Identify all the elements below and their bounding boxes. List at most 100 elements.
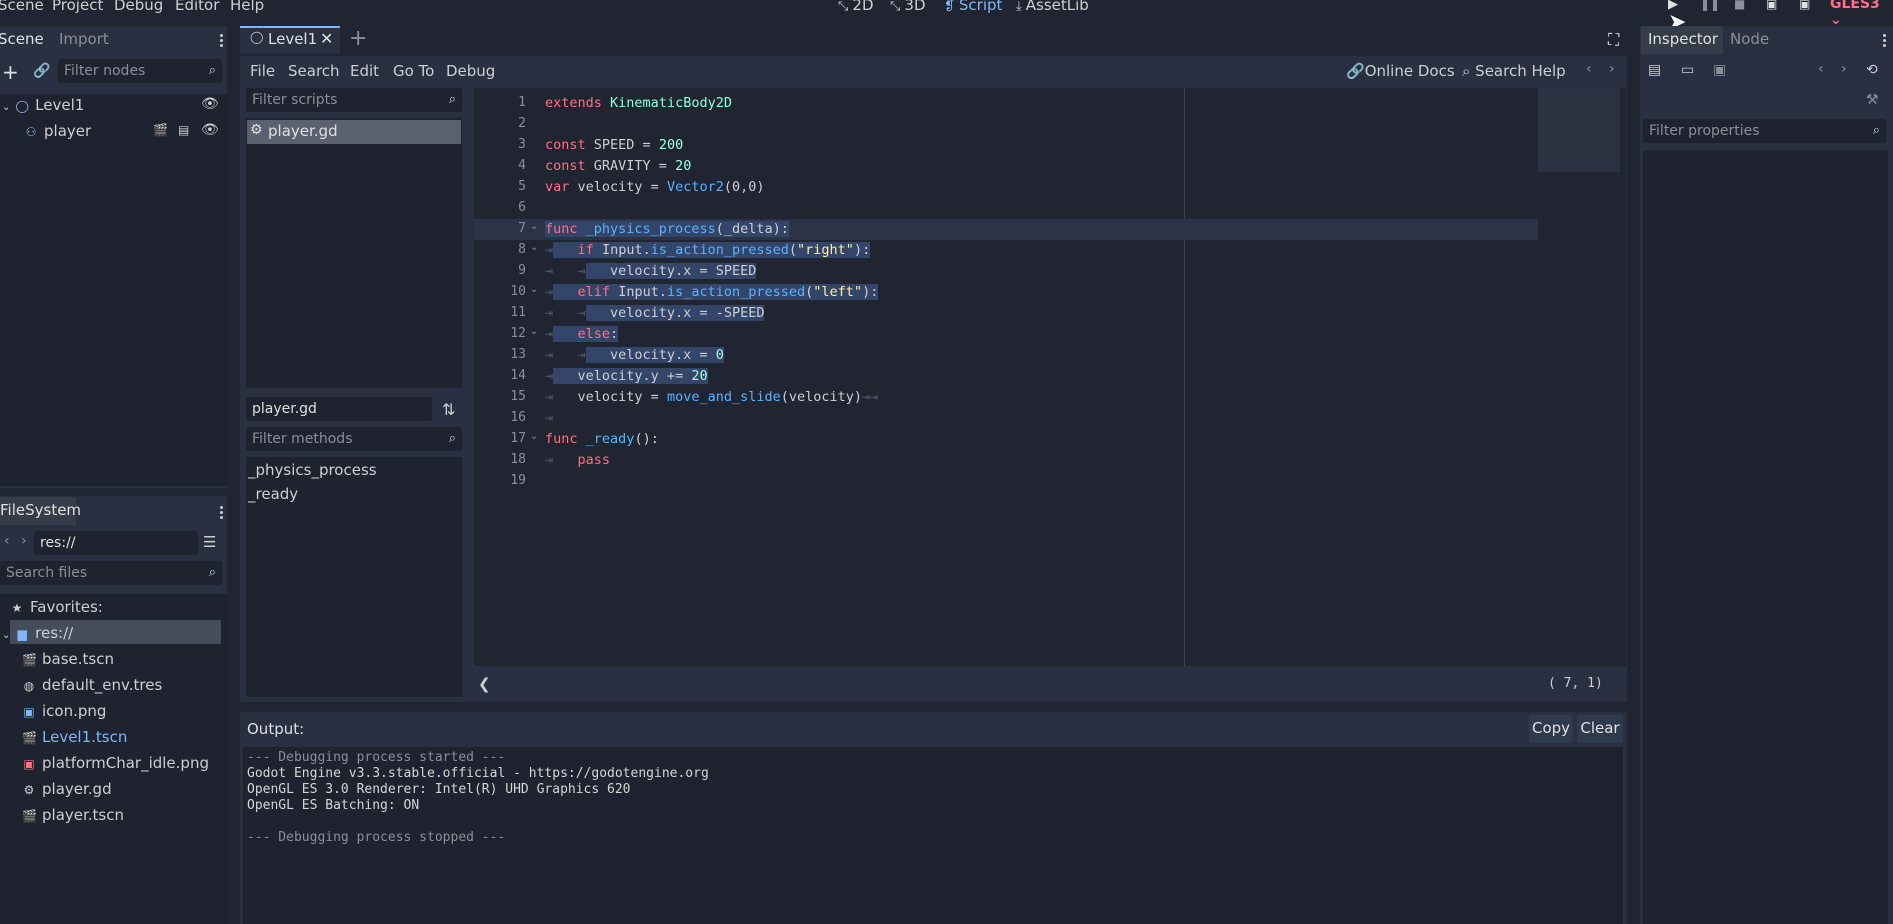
close-tab-icon[interactable]: ✕ [320,29,333,48]
file-item[interactable]: 🎬 Level1.tscn [22,725,127,749]
sort-icon[interactable]: ⇅ [442,400,455,419]
fold-arrow-icon[interactable]: ⌄ [530,221,538,232]
editor-status-bar [474,672,1626,698]
current-script-label: player.gd [246,397,432,421]
script-menu-edit[interactable]: Edit [350,62,379,80]
node2d-icon: ◯ [15,99,29,113]
file-item[interactable]: ▣ platformChar_idle.png [22,751,209,775]
script-menu-file[interactable]: File [250,62,275,80]
file-item[interactable]: ⚙ player.gd [22,777,112,801]
file-item[interactable]: 🎬 base.tscn [22,647,114,671]
tree-node-level1[interactable]: ⌄ ◯ Level1 [2,93,84,117]
output-line: OpenGL ES 3.0 Renderer: Intel(R) UHD Gra… [247,782,631,797]
menu-project[interactable]: Project [52,0,103,14]
pause-icon[interactable]: ❚❚ [1700,0,1720,11]
back-icon[interactable]: ‹ [1586,61,1592,77]
scene-dock-menu-icon[interactable] [220,32,224,49]
search-icon: ⌕ [208,63,216,78]
filesystem-menu-icon[interactable] [220,504,224,521]
file-item[interactable]: ▣ icon.png [22,699,106,723]
script-menu-search[interactable]: Search [288,62,340,80]
forward-icon[interactable]: › [1609,61,1615,77]
history-icon[interactable]: ⟲ [1866,62,1878,78]
forward-icon[interactable]: › [1841,61,1847,77]
code-line-11: ⇥ ⇥ velocity.x = -SPEED [545,305,765,321]
menu-scene[interactable]: Scene [0,0,44,14]
forward-icon[interactable]: › [21,533,27,549]
toggle-scripts-panel-icon[interactable]: ❮ [478,675,491,693]
script-menu-debug[interactable]: Debug [446,62,495,80]
tab-import[interactable]: Import [59,30,109,48]
visibility-eye-icon[interactable]: 👁 [201,96,219,112]
filter-properties-input[interactable]: Filter properties ⌕ [1643,119,1886,143]
script-icon: ❡ [944,0,955,14]
filter-scripts-input[interactable]: Filter scripts ⌕ [246,88,462,112]
new-scene-tab-icon[interactable]: + [349,26,367,51]
workspace-2d[interactable]: ⤡ 2D [838,0,874,14]
method-item[interactable]: _physics_process [248,461,377,479]
scene-tree [0,94,227,486]
new-resource-icon[interactable]: ▤ [1648,62,1661,78]
gear-icon: ⚙ [250,122,263,138]
top-menu-bar: Scene Project Debug Editor Help ⤡ 2D ⤡ 3D … [0,0,1893,35]
code-line-3: const SPEED = 200 [545,137,684,153]
workspace-script[interactable]: ❡ Script [944,0,1002,14]
object-properties-icon[interactable]: ⚒ [1866,92,1879,108]
code-line-9: ⇥ ⇥ velocity.x = SPEED [545,263,757,279]
code-line-13: ⇥ ⇥ velocity.x = 0 [545,347,724,363]
back-icon[interactable]: ‹ [1818,61,1824,77]
fold-arrow-icon[interactable]: ⌄ [530,242,538,253]
open-folder-icon[interactable]: ▭ [1681,62,1694,78]
fold-arrow-icon[interactable]: ⌄ [530,431,538,442]
file-item[interactable]: ◍ default_env.tres [22,673,163,697]
path-field[interactable]: res:// [34,531,198,555]
favorites-item[interactable]: ★ Favorites: [10,595,103,619]
add-node-icon[interactable]: + [2,60,19,84]
inspector-menu-icon[interactable] [1883,32,1887,49]
method-item[interactable]: _ready [248,485,298,503]
clear-button[interactable]: Clear [1577,715,1623,743]
script-menu-goto[interactable]: Go To [393,62,434,80]
search-help-button[interactable]: ⌕ Search Help [1462,62,1566,80]
menu-help[interactable]: Help [230,0,264,14]
search-icon: ⌕ [448,92,456,107]
code-line-1: extends KinematicBody2D [545,95,732,111]
filter-methods-input[interactable]: Filter methods ⌕ [246,427,462,451]
stop-icon[interactable]: ■ [1734,0,1745,11]
tree-node-player[interactable]: ⚇ player [24,119,92,143]
link-icon[interactable]: 🔗 [33,63,50,79]
script-list-item-label: player.gd [268,122,338,140]
back-icon[interactable]: ‹ [4,533,10,549]
2d-icon: ⤡ [838,0,849,14]
tree-res-root[interactable]: ⌄ ▆ res:// [2,621,73,645]
split-view-icon[interactable]: ☰ [203,533,216,551]
tab-scene[interactable]: Scene [0,30,44,48]
renderer-select[interactable]: GLES3 ⌄ [1830,0,1893,28]
fold-arrow-icon[interactable]: ⌄ [530,284,538,295]
visibility-eye-icon[interactable]: 👁 [201,122,219,138]
attached-script-icon[interactable]: ▤ [178,123,189,137]
instance-scene-icon[interactable]: 🎬 [153,123,168,137]
workspace-assetlib[interactable]: ⤓ AssetLib [1016,0,1089,14]
minimap[interactable] [1538,88,1620,172]
code-line-16: ⇥ [545,410,554,426]
script-list [246,118,462,388]
fold-arrow-icon[interactable]: ⌄ [530,326,538,337]
search-icon: ⌕ [1872,123,1880,138]
filter-nodes-input[interactable]: Filter nodes ⌕ [58,59,222,83]
play-custom-scene-icon[interactable]: ▣ [1799,0,1810,11]
search-files-input[interactable]: Search files ⌕ [0,561,222,585]
file-item[interactable]: 🎬 player.tscn [22,803,124,827]
output-line: Godot Engine v3.3.stable.official - http… [247,766,709,781]
code-line-18: ⇥ pass [545,452,611,468]
distraction-free-icon[interactable]: ⛶ [1608,30,1619,50]
menu-debug[interactable]: Debug [114,0,163,14]
tab-node[interactable]: Node [1730,30,1769,48]
copy-button[interactable]: Copy [1529,715,1573,743]
play-scene-icon[interactable]: ▣ [1766,0,1777,11]
save-icon[interactable]: ▣ [1713,62,1726,78]
scene-icon: 🎬 [22,809,37,823]
workspace-3d[interactable]: ⤡ 3D [890,0,926,14]
online-docs-button[interactable]: 🔗Online Docs [1346,62,1455,80]
menu-editor[interactable]: Editor [175,0,219,14]
